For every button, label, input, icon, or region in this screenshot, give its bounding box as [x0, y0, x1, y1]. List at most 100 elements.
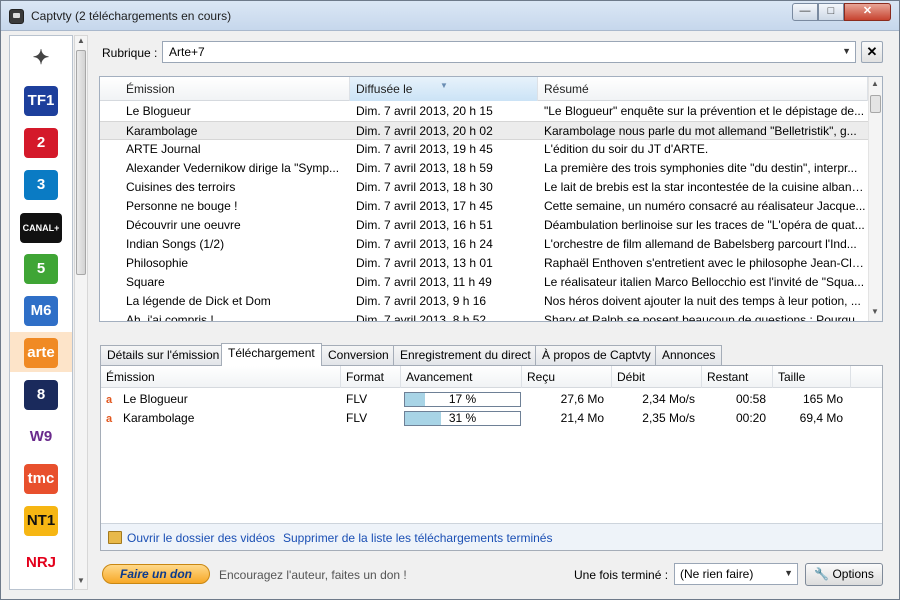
tab-telechargement[interactable]: Téléchargement	[221, 343, 322, 366]
table-row[interactable]: ARTE Journal Dim. 7 avril 2013, 19 h 45 L'…	[100, 140, 868, 159]
table-row[interactable]: Cuisines des terroirs Dim. 7 avril 2013, …	[100, 178, 868, 197]
scroll-up-icon[interactable]: ▲	[77, 36, 85, 45]
cell-date: Dim. 7 avril 2013, 16 h 51	[356, 218, 493, 232]
sidebar-scrollbar[interactable]: ▲ ▼	[74, 35, 88, 590]
cell-date: Dim. 7 avril 2013, 17 h 45	[356, 199, 493, 213]
table-row[interactable]: Indian Songs (1/2) Dim. 7 avril 2013, 16 …	[100, 235, 868, 254]
table-row[interactable]: Découvrir une oeuvre Dim. 7 avril 2013, 1…	[100, 216, 868, 235]
table-row[interactable]: Alexander Vedernikow dirige la "Symp... D…	[100, 159, 868, 178]
cell-summary: Shary et Ralph se posent beaucoup de que…	[544, 313, 865, 322]
program-grid: Émission Diffusée le ▼ Résumé Le Blogueur…	[99, 76, 883, 322]
scroll-up-icon[interactable]: ▲	[871, 79, 879, 88]
tab-annonces[interactable]: Annonces	[655, 345, 723, 365]
chevron-down-icon: ▼	[842, 46, 851, 56]
close-button[interactable]: ✕	[844, 3, 891, 21]
cell-date: Dim. 7 avril 2013, 11 h 49	[356, 275, 492, 289]
donate-button[interactable]: Faire un don	[102, 564, 210, 584]
dl-column-emission[interactable]: Émission	[101, 366, 341, 388]
maximize-button[interactable]: □	[818, 3, 844, 21]
column-resume[interactable]: Résumé	[538, 77, 868, 101]
channel-france-3[interactable]: 3	[10, 164, 72, 204]
cell-summary: Nos héros doivent ajouter la nuit des te…	[544, 294, 861, 308]
dl-column-format[interactable]: Format	[341, 366, 401, 388]
dl-column-debit[interactable]: Débit	[612, 366, 702, 388]
channel-nt1-icon: NT1	[23, 506, 59, 536]
folder-icon	[108, 531, 122, 544]
cell-title: Le Blogueur	[126, 104, 191, 118]
dl-column-recu[interactable]: Reçu	[522, 366, 612, 388]
tab-conversion[interactable]: Conversion	[321, 345, 396, 365]
cell-date: Dim. 7 avril 2013, 16 h 24	[356, 237, 493, 251]
cell-summary: Déambulation berlinoise sur les traces d…	[544, 218, 865, 232]
download-panel: Émission Format Avancement Reçu Débit Re…	[100, 365, 883, 551]
rubrique-select[interactable]: Arte+7 ▼	[162, 41, 856, 63]
channel-w9[interactable]: W9	[10, 416, 72, 456]
clear-finished-link[interactable]: Supprimer de la liste les téléchargement…	[283, 531, 552, 545]
wrench-icon: 🔧	[814, 567, 830, 581]
column-diffusee[interactable]: Diffusée le ▼	[350, 77, 538, 101]
arte-icon: a	[106, 394, 113, 406]
app-window: Captvty (2 téléchargements en cours) — □…	[0, 0, 900, 600]
table-row[interactable]: Le Blogueur Dim. 7 avril 2013, 20 h 15 "Le…	[100, 102, 868, 121]
channel-tmc-icon: tmc	[24, 464, 58, 494]
when-done-label: Une fois terminé :	[574, 568, 669, 582]
clear-rubrique-button[interactable]: ✕	[861, 41, 883, 63]
options-label: Options	[832, 567, 874, 581]
cell-title: Alexander Vedernikow dirige la "Symp...	[126, 161, 340, 175]
table-row[interactable]: Philosophie Dim. 7 avril 2013, 13 h 01 Rap…	[100, 254, 868, 273]
channel-tmc[interactable]: tmc	[10, 458, 72, 498]
table-row[interactable]: Karambolage Dim. 7 avril 2013, 20 h 02 Kar…	[100, 121, 868, 140]
cell-summary: L'édition du soir du JT d'ARTE.	[544, 142, 709, 156]
cell-date: Dim. 7 avril 2013, 18 h 59	[356, 161, 493, 175]
download-row[interactable]: a Karambolage FLV 31 % 21,4 Mo 2,35 Mo/s 00:20…	[101, 409, 882, 428]
grid-scroll-thumb[interactable]	[870, 95, 881, 113]
scroll-down-icon[interactable]: ▼	[77, 576, 85, 585]
download-header: Émission Format Avancement Reçu Débit Re…	[101, 366, 882, 388]
cell-title: Indian Songs (1/2)	[126, 237, 225, 251]
sort-indicator-icon: ▼	[440, 81, 448, 90]
dl-column-taille[interactable]: Taille	[773, 366, 851, 388]
cell-date: Dim. 7 avril 2013, 9 h 16	[356, 294, 487, 308]
dl-column-restant[interactable]: Restant	[702, 366, 773, 388]
table-row[interactable]: Ah, j'ai compris ! Dim. 7 avril 2013, 8 h…	[100, 311, 868, 322]
scroll-down-icon[interactable]: ▼	[871, 307, 879, 316]
dl-cell-title: Karambolage	[123, 411, 195, 425]
progress-label: 17 %	[448, 392, 477, 406]
channel-france-5[interactable]: 5	[10, 248, 72, 288]
table-row[interactable]: Square Dim. 7 avril 2013, 11 h 49 Le réali…	[100, 273, 868, 292]
channel-nt1[interactable]: NT1	[10, 500, 72, 540]
tab-a-propos[interactable]: À propos de Captvty	[535, 345, 658, 365]
download-actions: Ouvrir le dossier des vidéos Supprimer d…	[101, 523, 882, 550]
table-row[interactable]: La légende de Dick et Dom Dim. 7 avril 20…	[100, 292, 868, 311]
tab-enregistrement[interactable]: Enregistrement du direct	[393, 345, 538, 365]
channel-rubriques[interactable]: ✦	[10, 38, 72, 78]
sidebar-scroll-thumb[interactable]	[76, 50, 86, 275]
channel-nrj12-icon: NRJ	[22, 548, 59, 578]
cell-date: Dim. 7 avril 2013, 13 h 01	[356, 256, 493, 270]
channel-tf1-icon: TF1	[24, 86, 58, 116]
options-button[interactable]: 🔧 Options	[805, 563, 883, 586]
channel-tf1[interactable]: TF1	[10, 80, 72, 120]
tab-details[interactable]: Détails sur l'émission	[100, 345, 227, 365]
dl-column-avancement[interactable]: Avancement	[401, 366, 522, 388]
channel-d8[interactable]: 8	[10, 374, 72, 414]
cell-date: Dim. 7 avril 2013, 19 h 45	[356, 142, 493, 156]
channel-m6[interactable]: M6	[10, 290, 72, 330]
cell-date: Dim. 7 avril 2013, 20 h 02	[356, 124, 493, 138]
column-emission[interactable]: Émission	[120, 77, 350, 101]
channel-canal-plus[interactable]: CANAL+	[10, 206, 72, 246]
channel-france-2[interactable]: 2	[10, 122, 72, 162]
open-folder-link[interactable]: Ouvrir le dossier des vidéos	[127, 531, 275, 545]
cell-date: Dim. 7 avril 2013, 18 h 30	[356, 180, 493, 194]
cell-title: Square	[126, 275, 165, 289]
channel-arte[interactable]: arte	[10, 332, 72, 372]
download-row[interactable]: a Le Blogueur FLV 17 % 27,6 Mo 2,34 Mo/s 00:58…	[101, 390, 882, 409]
minimize-button[interactable]: —	[792, 3, 818, 21]
table-row[interactable]: Personne ne bouge ! Dim. 7 avril 2013, 17…	[100, 197, 868, 216]
channel-nrj12[interactable]: NRJ	[10, 542, 72, 582]
cell-title: Cuisines des terroirs	[126, 180, 236, 194]
grid-scrollbar[interactable]: ▲ ▼	[868, 77, 882, 321]
when-done-select[interactable]: (Ne rien faire) ▼	[674, 563, 798, 585]
dl-cell-rate: 2,34 Mo/s	[642, 392, 695, 406]
dl-cell-remaining: 00:58	[735, 392, 766, 406]
